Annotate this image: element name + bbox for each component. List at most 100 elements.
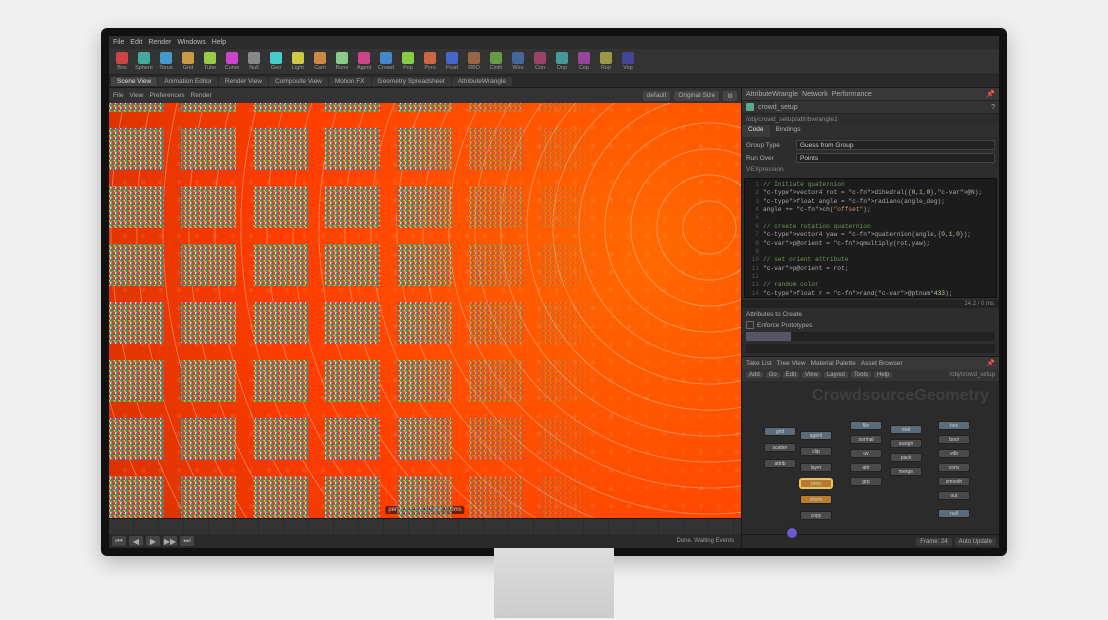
- shelf-tool-grid[interactable]: Grid: [178, 51, 198, 73]
- ng-btn-edit[interactable]: Edit: [783, 372, 799, 378]
- shelf-tool-cloth[interactable]: Cloth: [486, 51, 506, 73]
- ng-tab-assetbrowser[interactable]: Asset Browser: [861, 360, 903, 367]
- ng-tab-treeview[interactable]: Tree View: [777, 360, 806, 367]
- graph-node-file[interactable]: file: [850, 421, 882, 430]
- param-field-runover[interactable]: Points: [796, 153, 995, 163]
- nodegraph-canvas[interactable]: Crowdsource Geometry gridscatterattribag…: [742, 381, 999, 534]
- shelf-tool-cam[interactable]: Cam: [310, 51, 330, 73]
- pane-tab-0[interactable]: Scene View: [111, 77, 157, 86]
- attr-checkbox[interactable]: [746, 321, 754, 329]
- graph-node-null[interactable]: null: [938, 509, 970, 518]
- graph-node-uv[interactable]: uv: [850, 449, 882, 458]
- pane-tab-4[interactable]: Motion FX: [329, 77, 371, 86]
- graph-node-dot[interactable]: [786, 527, 798, 539]
- pane-tab-3[interactable]: Composite View: [269, 77, 328, 86]
- menu-file[interactable]: File: [113, 39, 124, 46]
- param-tab-network[interactable]: Network: [802, 91, 828, 98]
- graph-node-merge[interactable]: merge: [890, 467, 922, 476]
- attr-slider[interactable]: [746, 332, 995, 341]
- shelf-tool-null[interactable]: Null: [244, 51, 264, 73]
- playbar-play-icon[interactable]: ▶: [146, 536, 160, 546]
- graph-node-copy[interactable]: copy: [800, 511, 832, 520]
- shelf-tool-cop[interactable]: Cop: [574, 51, 594, 73]
- ng-btn-go[interactable]: Go: [766, 372, 780, 378]
- shelf-tool-geo[interactable]: Geo: [266, 51, 286, 73]
- shelf-tool-pyro[interactable]: Pyro: [420, 51, 440, 73]
- graph-node-mat[interactable]: mat: [890, 425, 922, 434]
- frame-indicator[interactable]: Frame: 24: [916, 538, 951, 546]
- menu-render[interactable]: Render: [148, 39, 171, 46]
- ng-btn-tools[interactable]: Tools: [851, 372, 871, 378]
- shelf-tool-bone[interactable]: Bone: [332, 51, 352, 73]
- shelf-tool-sphere[interactable]: Sphere: [134, 51, 154, 73]
- vex-code-editor[interactable]: 1// Initiate quaternion2"c-type">vector4…: [744, 178, 997, 298]
- graph-node-attrib[interactable]: attrib: [764, 459, 796, 468]
- pane-tab-5[interactable]: Geometry Spreadsheet: [372, 77, 451, 86]
- graph-node-box[interactable]: box: [938, 421, 970, 430]
- vp-menu-file[interactable]: File: [113, 92, 123, 99]
- shelf-tool-torus[interactable]: Torus: [156, 51, 176, 73]
- graph-node-agent[interactable]: agent: [800, 431, 832, 440]
- shelf-tool-con[interactable]: Con: [530, 51, 550, 73]
- subtab-bindings[interactable]: Bindings: [770, 125, 807, 137]
- pane-tab-1[interactable]: Animation Editor: [158, 77, 218, 86]
- shelf-tool-agent[interactable]: Agent: [354, 51, 374, 73]
- vp-gear-icon[interactable]: ⚙: [723, 91, 737, 101]
- graph-node-normal[interactable]: normal: [850, 435, 882, 444]
- playbar-next-icon[interactable]: ▶▶: [163, 536, 177, 546]
- pane-tab-6[interactable]: AttributeWrangle: [452, 77, 512, 86]
- graph-node-scatter[interactable]: scatter: [764, 443, 796, 452]
- ng-btn-layout[interactable]: Layout: [824, 372, 848, 378]
- ng-tab-matpal[interactable]: Material Palette: [811, 360, 856, 367]
- ng-btn-view[interactable]: View: [802, 372, 821, 378]
- graph-node-clip[interactable]: clip: [800, 447, 832, 456]
- shelf-tool-box[interactable]: Box: [112, 51, 132, 73]
- subtab-code[interactable]: Code: [742, 125, 770, 137]
- ng-btn-help[interactable]: Help: [874, 372, 892, 378]
- pin-icon[interactable]: 📌: [986, 90, 995, 98]
- param-tab-wrangle[interactable]: AttributeWrangle: [746, 91, 798, 98]
- auto-update-button[interactable]: Auto Update: [955, 538, 996, 546]
- node-path[interactable]: crowd_setup: [758, 104, 798, 111]
- graph-node-pack[interactable]: pack: [890, 453, 922, 462]
- ng-btn-add[interactable]: Add: [746, 372, 763, 378]
- help-icon[interactable]: ?: [991, 104, 995, 111]
- vp-menu-view[interactable]: View: [129, 92, 143, 99]
- shelf-tool-pop[interactable]: Pop: [398, 51, 418, 73]
- pane-tab-2[interactable]: Render View: [219, 77, 268, 86]
- graph-node-layer[interactable]: layer: [800, 463, 832, 472]
- graph-node-bool[interactable]: bool: [938, 435, 970, 444]
- menu-help[interactable]: Help: [212, 39, 226, 46]
- param-field-grouptype[interactable]: Guess from Group: [796, 140, 995, 150]
- graph-node-conv[interactable]: conv: [938, 463, 970, 472]
- timeline-track[interactable]: [109, 519, 741, 534]
- shelf-tool-rop[interactable]: Rop: [596, 51, 616, 73]
- vp-menu-prefs[interactable]: Preferences: [149, 92, 184, 99]
- shelf-tool-fluid[interactable]: Fluid: [442, 51, 462, 73]
- playbar-last-icon[interactable]: ⏭: [180, 536, 194, 546]
- vp-menu-render[interactable]: Render: [191, 92, 212, 99]
- shelf-tool-vop[interactable]: Vop: [618, 51, 638, 73]
- playbar-first-icon[interactable]: ⏮: [112, 536, 126, 546]
- shelf-tool-rbd[interactable]: RBD: [464, 51, 484, 73]
- playbar-prev-icon[interactable]: ◀: [129, 536, 143, 546]
- graph-node-smooth[interactable]: smooth: [938, 477, 970, 486]
- vp-dropdown[interactable]: default: [643, 91, 671, 101]
- param-tab-perf[interactable]: Performance: [832, 91, 872, 98]
- viewport-canvas[interactable]: persp RT: 1/1 rt_idle: 0.0ms: [109, 103, 741, 518]
- graph-node-vdb[interactable]: vdb: [938, 449, 970, 458]
- ng-tab-takelist[interactable]: Take List: [746, 360, 772, 367]
- shelf-tool-crowd[interactable]: Crowd: [376, 51, 396, 73]
- ng-pin-icon[interactable]: 📌: [987, 359, 995, 367]
- graph-node-grp[interactable]: grp: [850, 477, 882, 486]
- attr-slider-2[interactable]: [746, 344, 995, 353]
- vp-size-button[interactable]: Original Size: [674, 91, 719, 101]
- menu-edit[interactable]: Edit: [130, 39, 142, 46]
- shelf-tool-dop[interactable]: Dop: [552, 51, 572, 73]
- graph-node-out[interactable]: out: [938, 491, 970, 500]
- graph-node-attr[interactable]: attr: [850, 463, 882, 472]
- ng-path[interactable]: /obj/crowd_setup: [950, 372, 995, 378]
- menu-windows[interactable]: Windows: [177, 39, 205, 46]
- shelf-tool-tube[interactable]: Tube: [200, 51, 220, 73]
- graph-node-grid[interactable]: grid: [764, 427, 796, 436]
